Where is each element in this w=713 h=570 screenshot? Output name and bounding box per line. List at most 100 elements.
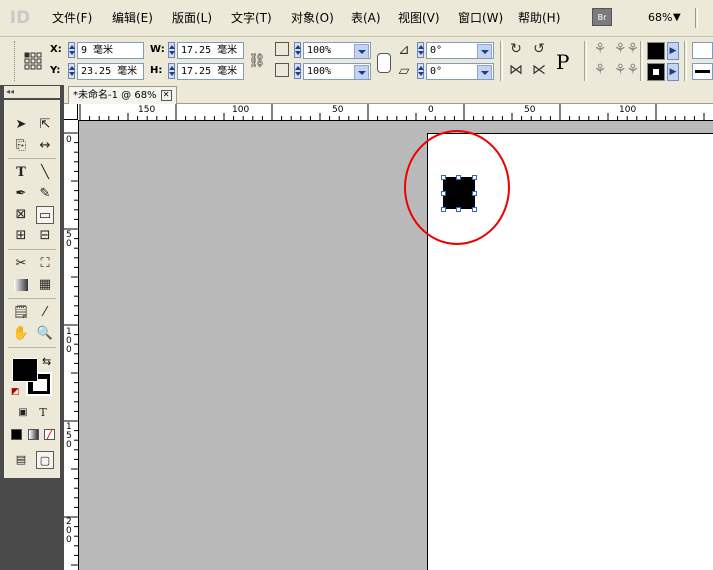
h-label: H:: [150, 65, 163, 76]
link-scale-icon[interactable]: [377, 53, 391, 73]
direct-selection-tool-icon[interactable]: ⇱: [36, 116, 54, 134]
shear-dropdown-icon[interactable]: [477, 65, 492, 79]
p-orientation-icon: P: [556, 50, 570, 74]
scale-x-dropdown-icon[interactable]: [354, 44, 369, 58]
ruler-label: 0: [428, 105, 434, 115]
rotate-ccw-icon[interactable]: ↺: [530, 40, 548, 58]
table-tool-icon[interactable]: ⊞: [12, 227, 30, 245]
tool-divider: [8, 158, 56, 159]
select-previous-icon[interactable]: ⚘⚘: [614, 40, 639, 58]
rectangle-frame-tool-icon[interactable]: ⊠: [12, 206, 30, 224]
menu-view[interactable]: 视图(V): [398, 9, 440, 27]
x-spinner[interactable]: [68, 42, 75, 58]
menu-layout[interactable]: 版面(L): [172, 9, 212, 27]
stroke-dropdown-icon[interactable]: ▶: [667, 63, 679, 81]
document-tab[interactable]: *未命名-1 @ 68% ✕: [68, 86, 177, 104]
menu-table[interactable]: 表(A): [351, 9, 381, 27]
fill-color-icon[interactable]: [12, 358, 38, 382]
gradient-feather-tool-icon[interactable]: ▦: [36, 276, 54, 294]
apply-none-icon[interactable]: ╱: [44, 429, 55, 440]
fill-swatch[interactable]: [647, 42, 665, 60]
constrain-proportions-icon[interactable]: ⛓: [248, 52, 266, 70]
select-content-icon[interactable]: ⚘: [591, 61, 609, 79]
eyedropper-tool-icon[interactable]: ⁄: [36, 304, 54, 322]
x-field[interactable]: 9 毫米: [77, 42, 144, 59]
menu-help[interactable]: 帮助(H): [518, 9, 560, 27]
default-colors-icon[interactable]: ◩: [11, 387, 20, 397]
type-tool-icon[interactable]: T: [12, 164, 30, 182]
apply-color-icon[interactable]: [11, 429, 22, 440]
scissors-tool-icon[interactable]: ✂: [12, 255, 30, 273]
normal-view-icon[interactable]: ▤: [12, 451, 30, 469]
rotate-dropdown-icon[interactable]: [477, 44, 492, 58]
menu-edit[interactable]: 编辑(E): [112, 9, 153, 27]
ruler-origin[interactable]: [64, 104, 78, 120]
rotate-spinner[interactable]: [417, 42, 424, 58]
pen-tool-icon[interactable]: ✒: [12, 185, 30, 203]
free-transform-tool-icon[interactable]: ⛶: [36, 255, 54, 273]
toolbox-collapse-button[interactable]: ◂◂: [4, 86, 60, 98]
tool-divider: [8, 298, 56, 299]
scale-y-dropdown-icon[interactable]: [354, 65, 369, 79]
stroke-type-field[interactable]: [692, 63, 713, 80]
y-field[interactable]: 23.25 毫米: [77, 63, 144, 80]
flip-horizontal-icon[interactable]: ⋈: [507, 61, 525, 79]
h-field[interactable]: 17.25 毫米: [177, 63, 244, 80]
swap-colors-icon[interactable]: ⇆: [42, 355, 51, 368]
gradient-swatch-tool-icon[interactable]: [14, 279, 28, 291]
menu-object[interactable]: 对象(O): [291, 9, 334, 27]
pencil-tool-icon[interactable]: ✎: [36, 185, 54, 203]
rectangle-tool-icon[interactable]: ▭: [36, 206, 54, 224]
ruler-label: 150: [138, 105, 156, 115]
menu-type[interactable]: 文字(T): [231, 9, 272, 27]
scale-x-value: 100%: [307, 45, 332, 56]
stroke-swatch[interactable]: [647, 63, 665, 81]
apply-gradient-icon[interactable]: [28, 429, 39, 440]
formatting-text-icon[interactable]: T: [34, 404, 52, 422]
scale-y-spinner[interactable]: [294, 63, 301, 79]
w-spinner[interactable]: [168, 42, 175, 58]
bridge-button[interactable]: Br: [592, 8, 612, 26]
shear-spinner[interactable]: [417, 63, 424, 79]
page-tool-icon[interactable]: ⎘: [12, 137, 30, 155]
zoom-level[interactable]: 68%: [648, 9, 672, 27]
close-icon[interactable]: ✕: [160, 89, 172, 101]
ruler-label: 1 0 0: [66, 327, 72, 355]
zoom-dropdown-icon[interactable]: ▼: [673, 9, 681, 27]
h-spinner[interactable]: [168, 63, 175, 79]
ruler-label: 100: [619, 105, 637, 115]
scale-x-spinner[interactable]: [294, 42, 301, 58]
horizontal-ruler: 150 100 50 0 50 100: [78, 104, 713, 121]
scale-y-field[interactable]: 100%: [303, 63, 371, 80]
app-logo-icon: ID: [9, 8, 31, 28]
stroke-weight-field[interactable]: [692, 42, 713, 59]
reference-point-icon[interactable]: [24, 52, 42, 70]
select-next-icon[interactable]: ⚘⚘: [614, 61, 639, 79]
note-tool-icon[interactable]: 🗒: [12, 304, 30, 322]
y-spinner[interactable]: [68, 63, 75, 79]
rotate-value: 0°: [430, 45, 443, 56]
shear-field[interactable]: 0°: [426, 63, 494, 80]
flip-vertical-icon[interactable]: ⋉: [530, 61, 548, 79]
zoom-tool-icon[interactable]: 🔍: [36, 325, 54, 343]
hand-tool-icon[interactable]: ✋: [12, 325, 30, 343]
separator: [500, 41, 503, 81]
w-field[interactable]: 17.25 毫米: [177, 42, 244, 59]
select-container-icon[interactable]: ⚘: [591, 40, 609, 58]
panel-grip: [14, 41, 19, 81]
formatting-container-icon[interactable]: ▣: [14, 404, 32, 422]
menu-window[interactable]: 窗口(W): [458, 9, 503, 27]
line-tool-icon[interactable]: ╲: [36, 164, 54, 182]
rotate-cw-icon[interactable]: ↻: [507, 40, 525, 58]
scale-x-field[interactable]: 100%: [303, 42, 371, 59]
gap-tool-icon[interactable]: ↔: [36, 137, 54, 155]
fill-dropdown-icon[interactable]: ▶: [667, 42, 679, 60]
selection-tool-icon[interactable]: ➤: [12, 116, 30, 134]
document-tab-title: *未命名-1 @ 68%: [73, 90, 157, 101]
menu-file[interactable]: 文件(F): [52, 9, 92, 27]
preview-view-icon[interactable]: ▢: [36, 451, 54, 469]
grid-tool-icon[interactable]: ⊟: [36, 227, 54, 245]
rotate-field[interactable]: 0°: [426, 42, 494, 59]
scale-y-icon: [275, 63, 289, 77]
separator: [684, 41, 687, 81]
